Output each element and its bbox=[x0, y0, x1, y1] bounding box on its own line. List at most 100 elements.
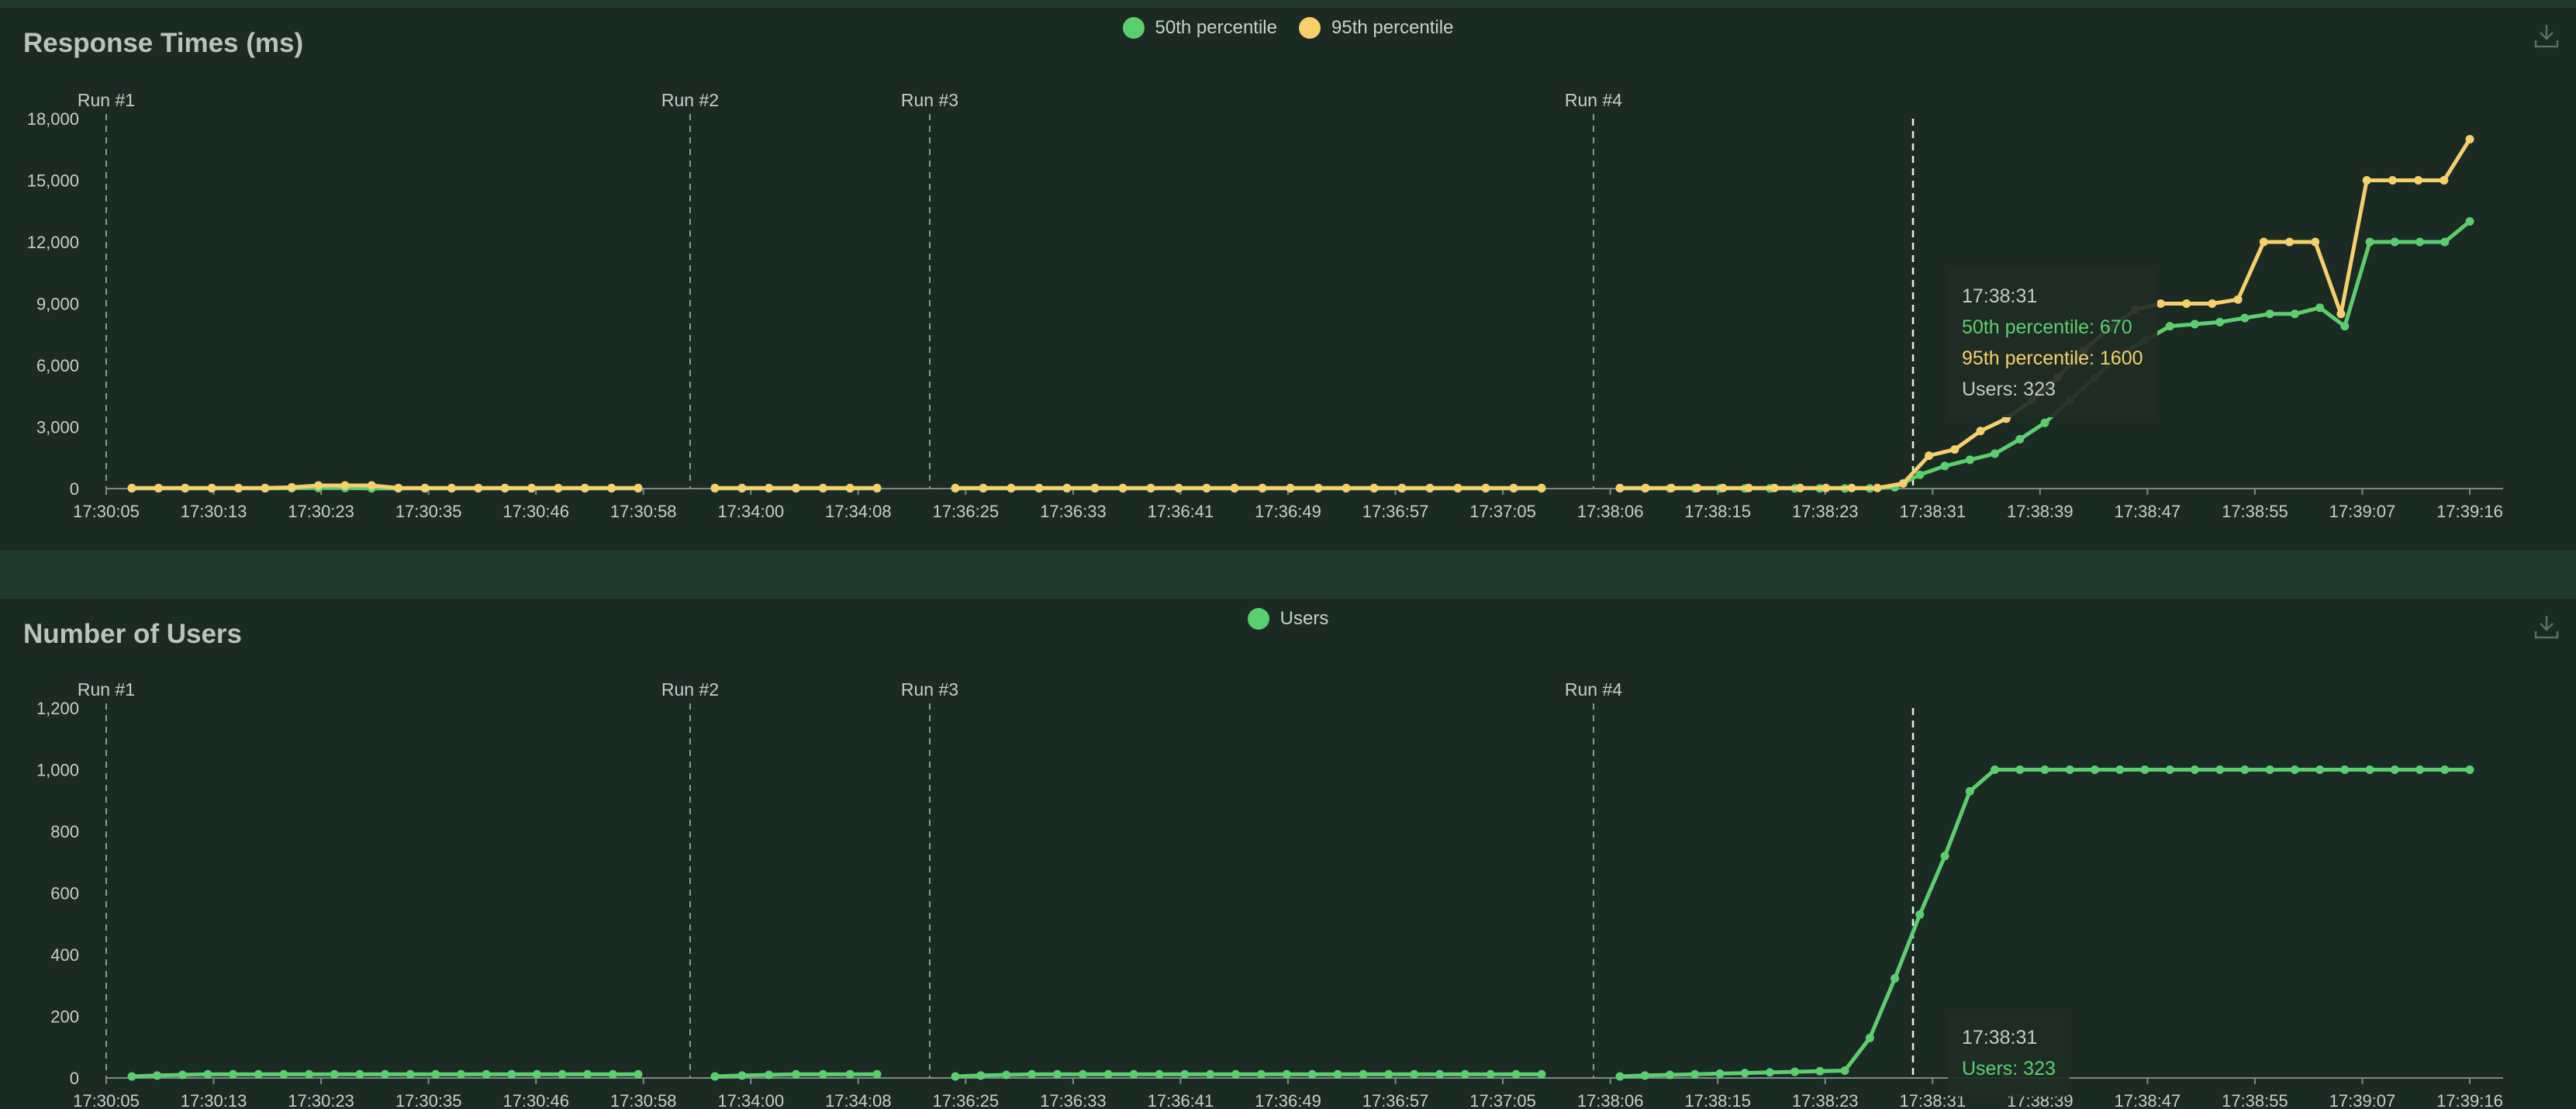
chart-tooltip: 17:38:31 50th percentile: 670 95th perce… bbox=[1948, 268, 2157, 417]
response-times-panel: Response Times (ms) 50th percentile 95th… bbox=[0, 8, 2576, 551]
x-tick-label: 17:36:49 bbox=[1255, 1091, 1321, 1109]
data-point bbox=[1034, 483, 1044, 492]
data-point bbox=[456, 1069, 465, 1079]
x-tick-label: 17:36:57 bbox=[1362, 502, 1429, 521]
tooltip-time: 17:38:31 bbox=[1962, 285, 2038, 307]
data-point bbox=[554, 483, 563, 492]
data-point bbox=[1865, 1033, 1874, 1042]
y-tick-label: 1,000 bbox=[36, 761, 79, 780]
data-point bbox=[2265, 765, 2274, 774]
data-point bbox=[1202, 483, 1211, 492]
data-point bbox=[872, 1069, 882, 1079]
data-point bbox=[1840, 1066, 1849, 1075]
data-point bbox=[2182, 299, 2191, 308]
data-point bbox=[1822, 483, 1831, 492]
data-point bbox=[2390, 765, 2399, 774]
data-point bbox=[1666, 483, 1676, 492]
data-point bbox=[2390, 237, 2399, 247]
data-point bbox=[580, 483, 589, 492]
y-tick-label: 1,200 bbox=[36, 699, 79, 718]
data-point bbox=[367, 481, 376, 490]
data-point bbox=[1815, 1066, 1825, 1076]
x-tick-label: 17:30:35 bbox=[395, 502, 462, 521]
data-point bbox=[2365, 237, 2374, 247]
data-point bbox=[2140, 765, 2150, 774]
tooltip-time: 17:38:31 bbox=[1962, 1027, 2038, 1049]
data-point bbox=[532, 1069, 541, 1079]
data-point bbox=[1991, 765, 2000, 774]
x-tick-label: 17:38:15 bbox=[1684, 502, 1751, 521]
data-point bbox=[1891, 974, 1900, 983]
data-point bbox=[1718, 483, 1728, 492]
data-point bbox=[1118, 483, 1127, 492]
data-point bbox=[558, 1069, 567, 1079]
data-point bbox=[2340, 765, 2350, 774]
data-point bbox=[608, 1069, 617, 1079]
data-point bbox=[279, 1069, 288, 1079]
x-tick-label: 17:39:07 bbox=[2329, 502, 2396, 521]
data-point bbox=[500, 483, 509, 492]
x-tick-label: 17:38:06 bbox=[1577, 502, 1644, 521]
x-tick-label: 17:34:00 bbox=[717, 1091, 784, 1109]
users-chart[interactable]: 0 200 400 600 800 1,000 1,200 17:30:05 17:30:13 1… bbox=[0, 599, 2576, 1109]
data-point bbox=[634, 1069, 643, 1079]
data-point bbox=[1002, 1070, 1011, 1080]
data-point bbox=[1950, 445, 1960, 454]
tooltip-p95: 95th percentile: 1600 bbox=[1962, 347, 2143, 369]
data-point bbox=[1715, 1069, 1725, 1078]
data-point bbox=[792, 483, 800, 492]
data-point bbox=[2290, 309, 2299, 319]
data-point bbox=[1174, 483, 1183, 492]
x-tick-label: 17:34:08 bbox=[825, 502, 892, 521]
data-point bbox=[1991, 449, 2000, 458]
data-point bbox=[181, 483, 190, 492]
y-tick-label: 3,000 bbox=[36, 418, 79, 437]
y-tick-label: 600 bbox=[50, 884, 79, 903]
y-tick-label: 0 bbox=[70, 479, 79, 499]
x-tick-label: 17:30:05 bbox=[73, 502, 140, 521]
data-point bbox=[765, 483, 774, 492]
x-tick-label: 17:30:35 bbox=[395, 1091, 462, 1109]
data-point bbox=[607, 483, 616, 492]
x-tick-label: 17:30:05 bbox=[73, 1091, 140, 1109]
data-point bbox=[2115, 765, 2125, 774]
data-point bbox=[1078, 1069, 1087, 1079]
x-tick-label: 17:37:05 bbox=[1469, 502, 1536, 521]
data-point bbox=[2365, 765, 2374, 774]
response-times-chart[interactable]: 0 3,000 6,000 9,000 12,000 15,000 18,000 17:30:… bbox=[0, 8, 2576, 551]
data-point bbox=[583, 1069, 592, 1079]
run-label: Run #4 bbox=[1565, 90, 1622, 110]
x-tick-label: 17:30:46 bbox=[502, 502, 569, 521]
data-point bbox=[2415, 765, 2425, 774]
data-point bbox=[2065, 765, 2074, 774]
data-point bbox=[1693, 483, 1702, 492]
x-tick-label: 17:39:16 bbox=[2436, 1091, 2503, 1109]
data-point bbox=[431, 1069, 440, 1079]
data-point bbox=[1965, 455, 1974, 465]
data-point bbox=[2215, 765, 2225, 774]
x-tick-label: 17:38:23 bbox=[1792, 1091, 1859, 1109]
data-point bbox=[527, 483, 537, 492]
data-point bbox=[1410, 1069, 1419, 1079]
data-point bbox=[1765, 1068, 1774, 1077]
data-point bbox=[1256, 1069, 1266, 1079]
data-point bbox=[2440, 176, 2449, 185]
data-point bbox=[1940, 852, 1949, 861]
data-point bbox=[872, 483, 882, 492]
x-tick-label: 17:38:23 bbox=[1792, 502, 1859, 521]
data-point bbox=[2388, 176, 2397, 185]
data-point bbox=[1615, 1072, 1625, 1081]
data-point bbox=[1384, 1069, 1393, 1079]
data-point bbox=[710, 1072, 720, 1081]
data-point bbox=[340, 481, 350, 490]
x-tick-label: 17:30:46 bbox=[502, 1091, 569, 1109]
data-point bbox=[1453, 483, 1462, 492]
data-point bbox=[1898, 478, 1908, 488]
data-point bbox=[207, 483, 216, 492]
y-tick-label: 800 bbox=[50, 822, 79, 841]
x-tick-label: 17:39:16 bbox=[2436, 502, 2503, 521]
data-point bbox=[233, 483, 243, 492]
x-tick-label: 17:30:23 bbox=[288, 1091, 354, 1109]
data-point bbox=[2165, 765, 2174, 774]
data-point bbox=[1537, 483, 1546, 492]
